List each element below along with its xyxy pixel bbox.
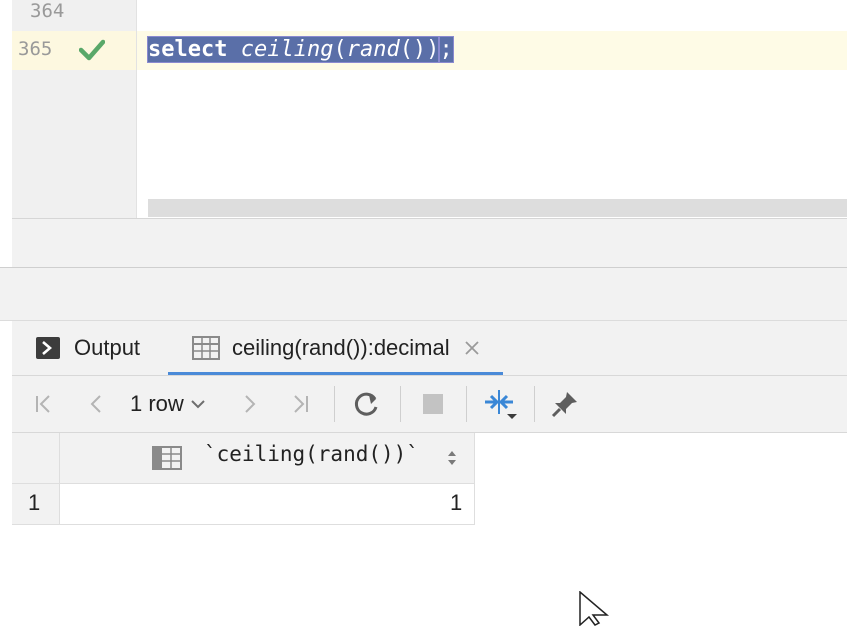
toolbar-separator — [334, 386, 335, 422]
last-page-icon[interactable] — [286, 390, 314, 418]
grid-corner[interactable] — [12, 433, 59, 483]
services-toolbar — [0, 268, 847, 320]
column-type-icon — [152, 446, 182, 475]
function-rand: rand — [346, 37, 400, 62]
row-number-label: 1 — [28, 490, 41, 515]
tab-result-label: ceiling(rand()):decimal — [232, 335, 450, 360]
keyword-select: select — [148, 37, 228, 62]
panel-splitter[interactable] — [12, 219, 847, 267]
chevron-down-icon — [190, 398, 206, 410]
grid-line — [59, 433, 60, 525]
line-number-365: 365 — [18, 38, 53, 60]
row-count-label: 1 row — [130, 391, 184, 416]
stop-icon[interactable] — [418, 390, 448, 418]
left-strip — [0, 0, 12, 218]
current-line-gutter: 365 — [12, 31, 136, 70]
results-tab-bar: Output ceiling(rand()):decimal — [12, 321, 847, 375]
row-count-dropdown[interactable]: 1 row — [130, 390, 220, 418]
close-icon[interactable] — [464, 340, 480, 356]
paren-open: ( — [333, 37, 347, 62]
code-line-365[interactable]: select ceiling(rand()); — [146, 32, 454, 68]
table-icon — [192, 336, 220, 360]
toolbar-separator — [534, 386, 535, 422]
mouse-cursor-icon — [579, 590, 611, 631]
tab-query-result[interactable]: ceiling(rand()):decimal — [192, 321, 480, 375]
check-icon[interactable] — [78, 39, 106, 66]
line-number-364: 364 — [30, 0, 65, 22]
next-page-icon[interactable] — [236, 390, 264, 418]
horizontal-scrollbar[interactable] — [148, 199, 847, 217]
column-header-label: `ceiling(rand())` — [204, 442, 419, 466]
tab-output[interactable]: Output — [36, 321, 140, 375]
tab-output-label: Output — [74, 335, 141, 360]
pin-icon[interactable] — [550, 390, 580, 418]
refresh-icon[interactable] — [352, 390, 382, 418]
grid-line — [12, 524, 475, 525]
toolbar-separator — [466, 386, 467, 422]
function-ceiling: ceiling — [240, 37, 334, 62]
sort-icon[interactable] — [446, 449, 458, 472]
compare-icon[interactable] — [482, 390, 520, 419]
first-page-icon[interactable] — [30, 390, 58, 418]
grid-line — [474, 433, 475, 525]
cell-value: 1 — [450, 490, 463, 515]
previous-page-icon[interactable] — [82, 390, 110, 418]
grid-line — [12, 483, 475, 484]
result-toolbar: 1 row — [12, 376, 847, 432]
paren-close: ()) — [399, 37, 440, 62]
console-icon — [36, 337, 60, 359]
toolbar-separator — [400, 386, 401, 422]
table-cell[interactable] — [60, 484, 474, 524]
statement-terminator: ; — [438, 36, 454, 63]
